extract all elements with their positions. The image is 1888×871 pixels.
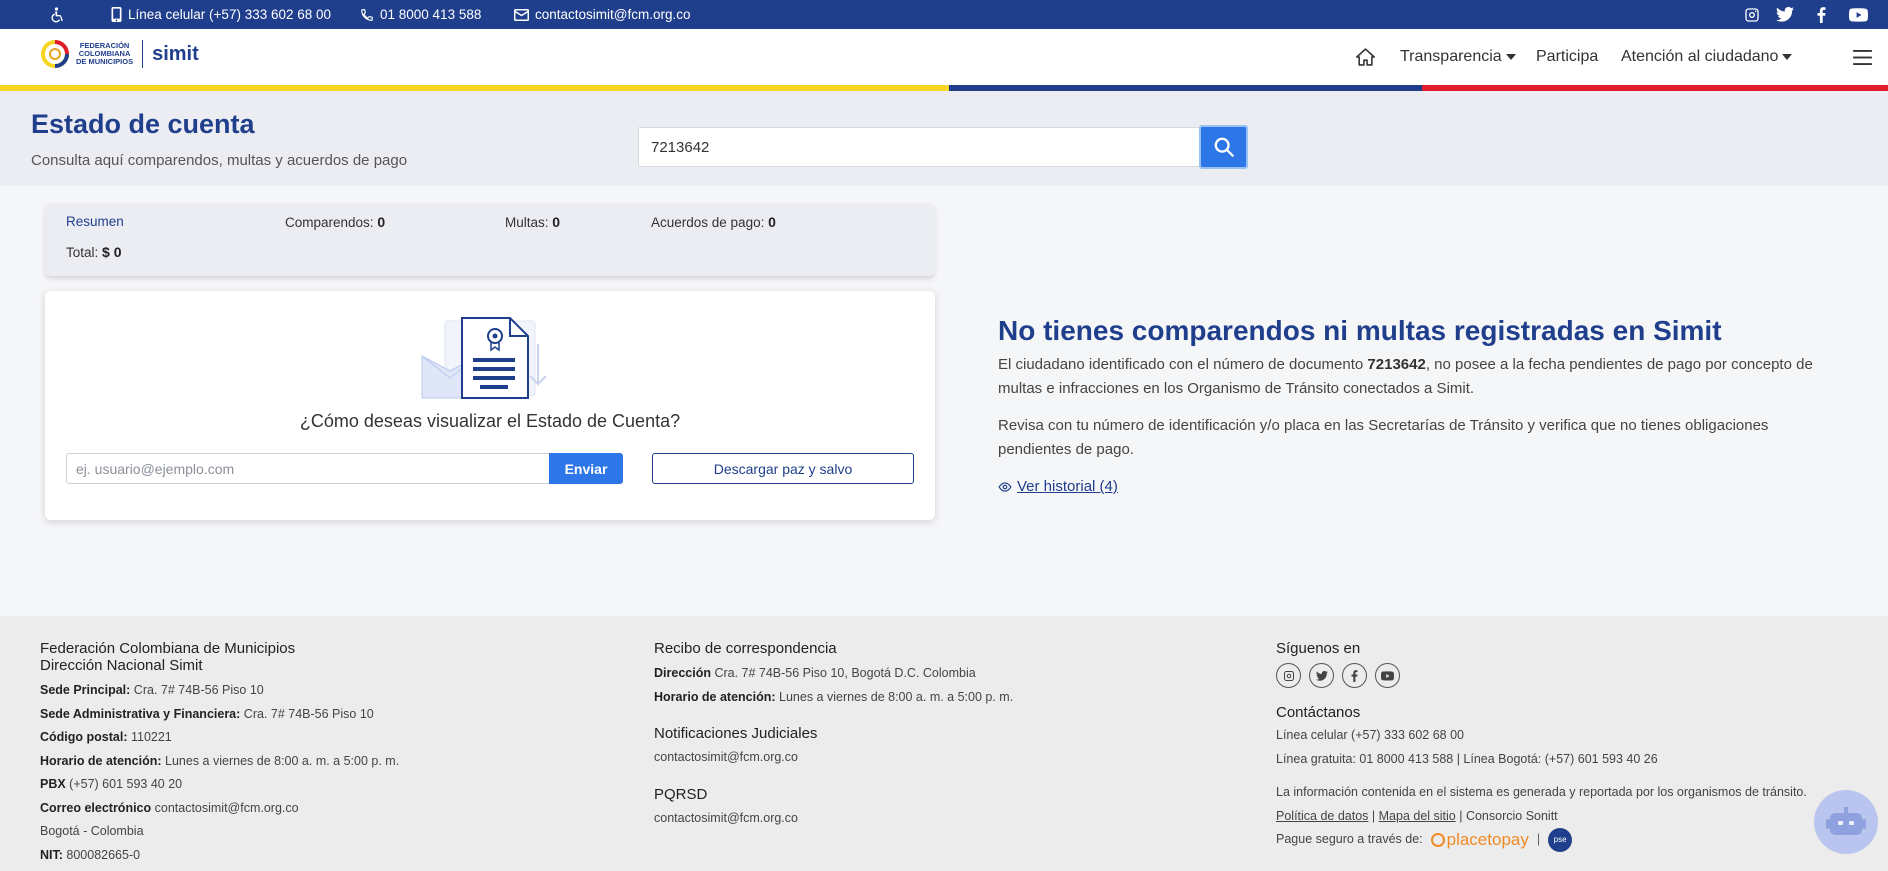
phone-icon [361,8,373,21]
placetopay-logo[interactable]: placetopay [1430,828,1529,852]
top-contact-bar: Línea celular (+57) 333 602 68 00 01 800… [0,0,1888,29]
top-cell-text: Línea celular (+57) 333 602 68 00 [128,7,332,22]
caret-down-icon [1505,54,1516,60]
youtube-icon[interactable] [1847,0,1869,29]
mobile-phone-icon [111,7,122,22]
eye-icon [998,481,1012,492]
robot-icon [1826,807,1866,835]
top-email[interactable]: contactosimit@fcm.org.co [514,0,691,29]
mapa-sitio-link[interactable]: Mapa del sitio [1379,809,1456,823]
visualization-question: ¿Cómo deseas visualizar el Estado de Cue… [299,411,681,431]
footer-facebook-icon[interactable] [1342,663,1367,688]
fcm-logo-text: FEDERACIÓN COLOMBIANA DE MUNICIPIOS [76,41,134,66]
summary-title: Resumen [66,214,124,229]
send-button[interactable]: Enviar [549,453,623,484]
search-button[interactable] [1199,125,1248,169]
footer-col-federacion: Federación Colombiana de Municipios Dire… [40,640,400,862]
placetopay-icon [1430,833,1445,847]
hamburger-menu-icon[interactable] [1853,29,1872,85]
no-records-paragraph-1: El ciudadano identificado con el número … [998,356,1813,397]
main-header: FEDERACIÓN COLOMBIANA DE MUNICIPIOS simi… [0,29,1888,85]
home-icon[interactable] [1356,29,1375,85]
footer-youtube-icon[interactable] [1375,663,1400,688]
top-email-text: contactosimit@fcm.org.co [535,7,691,22]
view-history-link[interactable]: Ver historial (4) [998,478,1118,495]
simit-logo-text: simit [152,42,199,65]
footer-col-correspondencia: Recibo de correspondencia Dirección Cra.… [654,640,1013,830]
no-records-paragraph-2: Revisa con tu número de identificación y… [998,417,1769,458]
fcm-simit-logo[interactable]: FEDERACIÓN COLOMBIANA DE MUNICIPIOS simi… [40,39,199,69]
total-amount: Total: $ 0 [66,244,122,260]
top-phone[interactable]: 01 8000 413 588 [360,0,481,29]
summary-card: Resumen Comparendos: 0 Multas: 0 Acuerdo… [45,203,935,276]
top-cell-phone[interactable]: Línea celular (+57) 333 602 68 00 [111,0,331,29]
page-title: Estado de cuenta [31,109,255,139]
download-paz-y-salvo-button[interactable]: Descargar paz y salvo [652,453,914,484]
fcm-logo-icon [41,40,69,68]
instagram-icon[interactable] [1741,0,1763,29]
accessibility-icon[interactable] [48,0,65,29]
nav-participa[interactable]: Participa [1536,29,1598,85]
comparendos-count: Comparendos: 0 [285,214,386,230]
top-phone-text: 01 8000 413 588 [380,7,482,22]
certificate-document-icon [421,317,547,399]
nav-atencion-ciudadano[interactable]: Atención al ciudadano [1621,29,1793,85]
footer: Federación Colombiana de Municipios Dire… [0,616,1888,871]
statement-options-card: ¿Cómo deseas visualizar el Estado de Cue… [45,291,935,520]
multas-count: Multas: 0 [505,214,561,230]
no-records-title: No tienes comparendos ni multas registra… [998,315,1722,346]
facebook-icon[interactable] [1810,0,1832,29]
nav-transparencia[interactable]: Transparencia [1400,29,1516,85]
notificaciones-email-link[interactable]: contactosimit@fcm.org.co [654,746,1013,770]
search-input[interactable]: 7213642 [638,127,1200,167]
caret-down-icon [1782,54,1793,60]
acuerdos-count: Acuerdos de pago: 0 [651,214,776,230]
pqrsd-email-link[interactable]: contactosimit@fcm.org.co [654,807,1013,831]
pse-logo[interactable]: pse [1548,828,1573,852]
hero-section: Estado de cuenta Consulta aquí comparend… [0,91,1888,186]
footer-col-social-contact: Síguenos en Contáctanos Línea celular (+… [1276,640,1807,852]
page-subtitle: Consulta aquí comparendos, multas y acue… [31,152,408,169]
email-field[interactable]: ej. usuario@ejemplo.com [66,453,550,484]
footer-twitter-icon[interactable] [1309,663,1334,688]
search-icon [1214,137,1234,157]
chatbot-button[interactable] [1814,790,1878,854]
twitter-icon[interactable] [1774,0,1796,29]
footer-instagram-icon[interactable] [1276,663,1301,688]
politica-datos-link[interactable]: Política de datos [1276,809,1368,823]
mail-icon [514,8,529,21]
